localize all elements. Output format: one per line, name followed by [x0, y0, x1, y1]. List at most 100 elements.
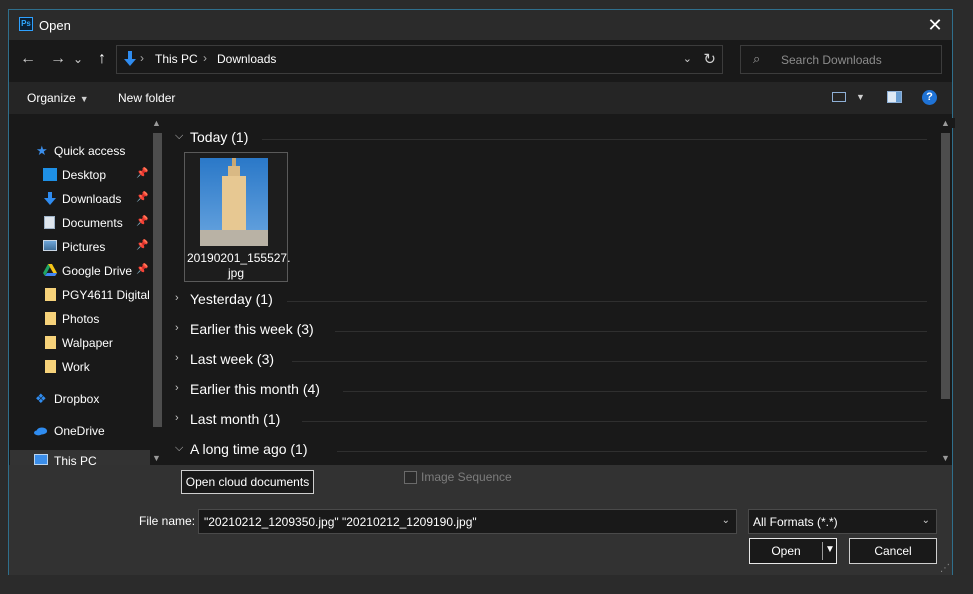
cloud-icon — [34, 427, 48, 436]
chevron-right-icon: › — [175, 352, 179, 364]
group-title: A long time ago (1) — [190, 441, 308, 457]
sidebar-item-documents[interactable]: Documents 📌 — [10, 212, 150, 234]
sidebar-item-dropbox[interactable]: ❖ Dropbox — [10, 388, 150, 410]
file-name-field-label: File name: — [139, 514, 196, 528]
group-header-last-month[interactable]: › Last month (1) — [167, 407, 927, 431]
sidebar-item-pgy4611-digital[interactable]: PGY4611 Digital — [10, 284, 150, 306]
help-icon[interactable]: ? — [922, 90, 937, 105]
photoshop-icon: Ps — [19, 17, 33, 31]
split-divider — [822, 542, 823, 560]
sidebar-item-label: Documents — [62, 216, 123, 230]
group-title: Today (1) — [190, 129, 249, 145]
scrollbar-thumb[interactable] — [153, 133, 162, 427]
folder-icon — [45, 336, 56, 349]
group-title: Earlier this week (3) — [190, 321, 314, 337]
download-arrow-icon — [44, 192, 56, 205]
organize-label: Organize — [27, 91, 76, 105]
dropbox-icon: ❖ — [35, 391, 47, 406]
sidebar-item-google-drive[interactable]: Google Drive 📌 — [10, 260, 150, 282]
file-list-scrollbar[interactable]: ▲ ▼ — [938, 115, 955, 465]
title-bar: Ps Open ✕ — [9, 10, 952, 40]
sidebar-item-pictures[interactable]: Pictures 📌 — [10, 236, 150, 258]
chevron-right-icon: › — [175, 382, 179, 394]
view-options-caret-icon[interactable]: ▼ — [856, 92, 865, 102]
pin-icon: 📌 — [136, 264, 149, 275]
scroll-down-arrow-icon[interactable]: ▼ — [941, 453, 950, 463]
open-cloud-documents-button[interactable]: Open cloud documents — [181, 470, 314, 494]
open-button[interactable]: Open ▼ — [749, 538, 837, 564]
sidebar-item-label: Google Drive — [62, 264, 133, 278]
search-box[interactable]: ⌕ Search Downloads — [740, 45, 942, 74]
group-header-last-week[interactable]: › Last week (3) — [167, 347, 927, 371]
new-folder-button[interactable]: New folder — [118, 91, 175, 105]
format-select[interactable]: All Formats (*.*) ⌄ — [748, 509, 937, 534]
group-header-yesterday[interactable]: › Yesterday (1) — [167, 287, 927, 311]
resize-grip-icon[interactable]: ⋰ — [940, 563, 950, 574]
navigation-scrollbar[interactable]: ▲ ▼ — [150, 115, 164, 465]
sidebar-item-label: Desktop — [62, 168, 107, 182]
caret-down-icon[interactable]: ▼ — [825, 544, 835, 555]
download-arrow-icon — [124, 51, 136, 66]
group-header-earlier-this-week[interactable]: › Earlier this week (3) — [167, 317, 927, 341]
close-icon[interactable]: ✕ — [924, 14, 946, 36]
forward-arrow-icon[interactable]: → — [47, 48, 69, 70]
folder-icon — [45, 360, 56, 373]
file-tile[interactable]: 20190201_155527. jpg — [184, 152, 291, 282]
change-view-icon[interactable] — [832, 92, 846, 102]
sidebar-item-photos[interactable]: Photos — [10, 308, 150, 330]
preview-pane-icon[interactable] — [887, 91, 902, 103]
sidebar-item-quick-access[interactable]: ★ Quick access — [10, 140, 150, 162]
folder-icon — [45, 288, 56, 301]
group-divider — [292, 361, 927, 362]
sidebar-item-downloads[interactable]: Downloads 📌 — [10, 188, 150, 210]
sidebar-item-work[interactable]: Work — [10, 356, 150, 378]
window-title: Open — [39, 18, 71, 33]
refresh-icon[interactable]: ↻ — [703, 50, 716, 68]
sidebar-item-desktop[interactable]: Desktop 📌 — [10, 164, 150, 186]
file-thumbnail — [200, 158, 268, 246]
recent-locations-chevron-icon[interactable]: ⌄ — [71, 48, 85, 70]
address-history-chevron-icon[interactable]: ⌄ — [683, 52, 692, 65]
group-divider — [337, 451, 927, 452]
sidebar-item-onedrive[interactable]: OneDrive — [10, 420, 150, 442]
desktop-icon — [43, 168, 57, 181]
scrollbar-thumb[interactable] — [941, 133, 950, 399]
google-drive-icon — [43, 264, 57, 276]
scroll-up-arrow-icon[interactable]: ▲ — [941, 118, 955, 128]
breadcrumb-separator: › — [140, 51, 144, 65]
file-name-line-1: 20190201_155527. — [187, 251, 291, 265]
sidebar-item-label: Work — [62, 360, 90, 374]
sidebar-item-walpaper[interactable]: Walpaper — [10, 332, 150, 354]
group-header-a-long-time-ago[interactable]: ⌵ A long time ago (1) — [167, 437, 927, 461]
group-divider — [335, 331, 927, 332]
group-divider — [262, 139, 927, 140]
chevron-right-icon: › — [175, 322, 179, 334]
file-name-line-2: jpg — [227, 266, 244, 280]
image-sequence-checkbox[interactable] — [404, 471, 417, 484]
back-arrow-icon[interactable]: ← — [17, 48, 39, 70]
group-header-today[interactable]: ⌵ Today (1) — [167, 125, 927, 149]
chevron-down-icon[interactable]: ⌄ — [722, 515, 730, 526]
breadcrumb-separator: › — [203, 51, 207, 65]
sidebar-item-label: PGY4611 Digital — [62, 288, 150, 302]
breadcrumb-downloads[interactable]: Downloads — [217, 52, 276, 66]
search-placeholder: Search Downloads — [781, 53, 882, 67]
pictures-icon — [43, 240, 57, 251]
group-title: Last week (3) — [190, 351, 275, 367]
breadcrumb-this-pc[interactable]: This PC — [155, 52, 198, 66]
file-name-field[interactable]: "20210212_1209350.jpg" "20210212_1209190… — [198, 509, 737, 534]
chevron-right-icon: › — [175, 292, 179, 304]
up-arrow-icon[interactable]: ↑ — [91, 48, 113, 70]
image-sequence-label: Image Sequence — [421, 470, 512, 484]
open-dialog: Ps Open ✕ ← → ⌄ ↑ › This PC › Downloads … — [8, 9, 955, 575]
scroll-down-arrow-icon[interactable]: ▼ — [152, 453, 161, 463]
cancel-button[interactable]: Cancel — [849, 538, 937, 564]
scroll-up-arrow-icon[interactable]: ▲ — [152, 118, 161, 128]
address-bar[interactable]: › This PC › Downloads ⌄ ↻ — [116, 45, 723, 74]
pin-icon: 📌 — [136, 168, 149, 179]
group-header-earlier-this-month[interactable]: › Earlier this month (4) — [167, 377, 927, 401]
chevron-down-icon: ⌵ — [175, 442, 184, 454]
sidebar-item-label: Photos — [62, 312, 100, 326]
sidebar-item-label: OneDrive — [54, 424, 105, 438]
organize-button[interactable]: Organize ▼ — [27, 91, 89, 105]
